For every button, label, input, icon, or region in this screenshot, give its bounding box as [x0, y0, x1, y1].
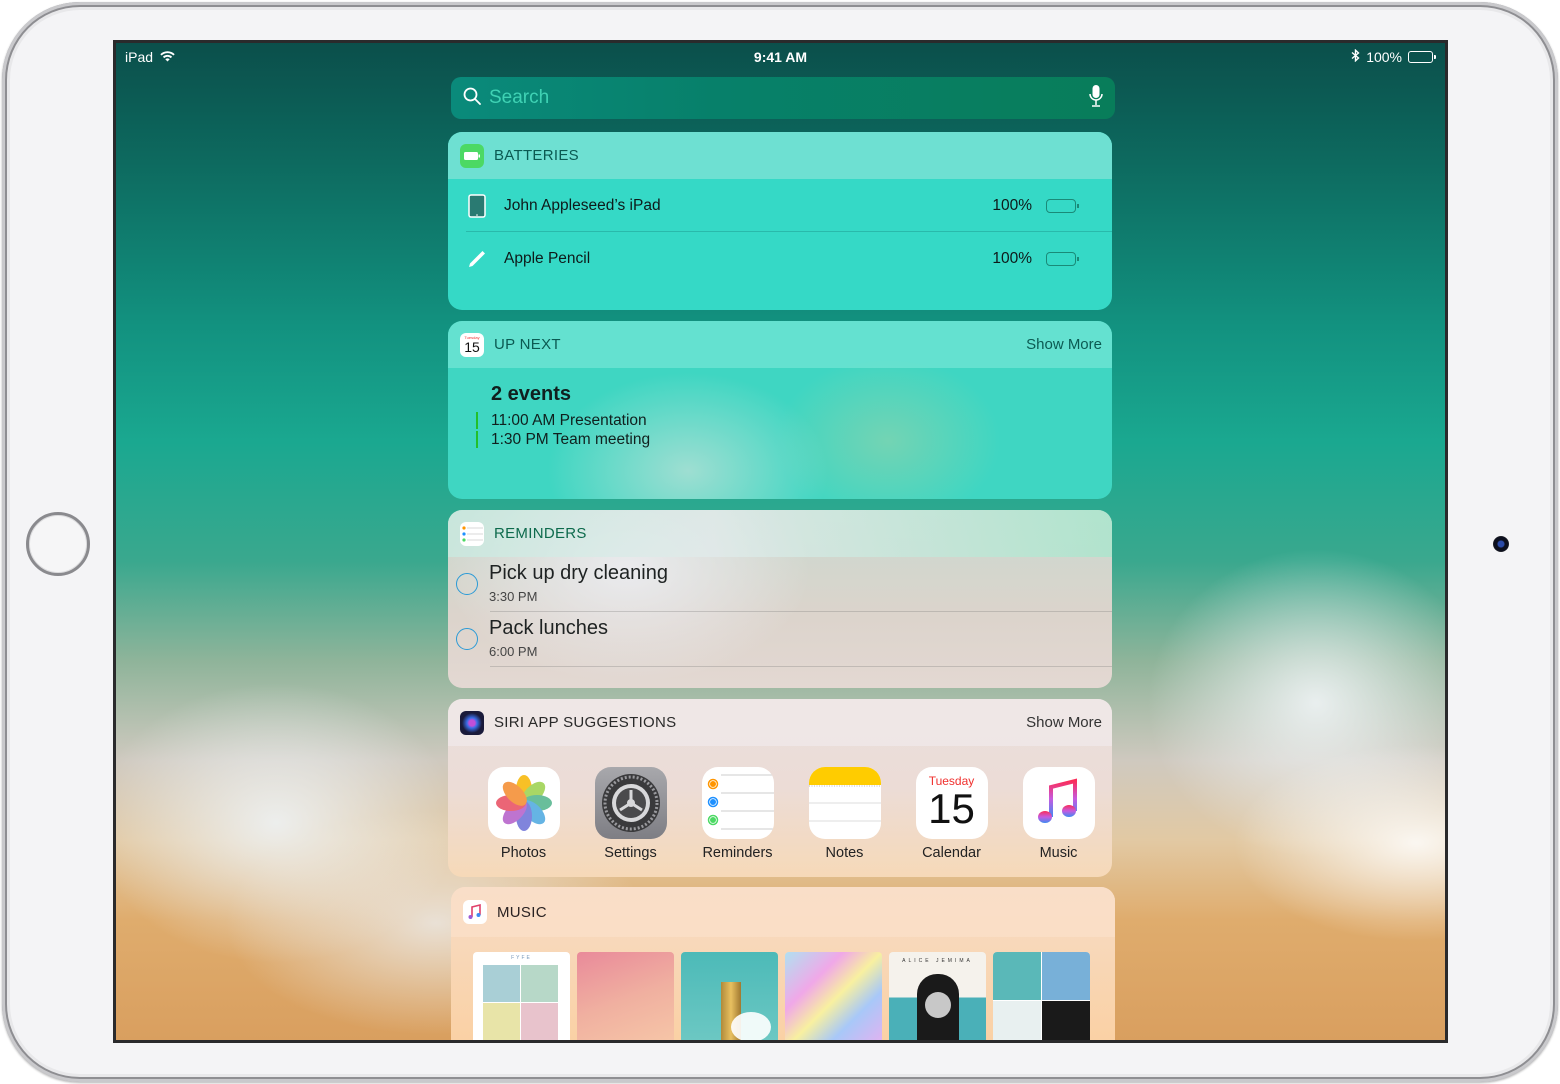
- home-button[interactable]: [26, 512, 90, 576]
- event-item[interactable]: 11:00 AM Presentation: [476, 411, 1112, 430]
- battery-level-icon: [1046, 251, 1079, 266]
- music-widget[interactable]: MUSIC FYFE ALICE JEMIMA: [451, 887, 1115, 1040]
- widget-header: Tuesday 15 UP NEXT Show More: [448, 321, 1112, 368]
- app-label: Settings: [604, 845, 657, 861]
- app-label: Calendar: [922, 845, 981, 861]
- calendar-icon: Tuesday 15: [915, 767, 988, 839]
- album-cover[interactable]: [681, 952, 778, 1040]
- app-suggestion-notes[interactable]: Notes: [791, 767, 898, 861]
- up-next-widget[interactable]: Tuesday 15 UP NEXT Show More 2 events 11…: [448, 321, 1112, 499]
- album-cover[interactable]: ALICE JEMIMA: [889, 952, 986, 1040]
- search-icon: [463, 87, 481, 110]
- reminders-icon: [701, 767, 774, 839]
- widget-header: MUSIC: [451, 887, 1115, 937]
- calendar-day: 15: [928, 785, 975, 832]
- screen: iPad 9:41 AM 100% Search BATTERIES John …: [113, 40, 1448, 1043]
- bluetooth-icon: [1351, 48, 1360, 65]
- reminder-time: 6:00 PM: [489, 644, 538, 659]
- music-icon: [1022, 767, 1095, 839]
- widget-title: UP NEXT: [494, 336, 561, 353]
- siri-suggestions-widget[interactable]: SIRI APP SUGGESTIONS Show More Photos Se…: [448, 699, 1112, 877]
- reminder-item[interactable]: Pack lunches 6:00 PM: [448, 612, 1112, 667]
- reminder-time: 3:30 PM: [489, 589, 538, 604]
- device-name: Apple Pencil: [504, 249, 591, 267]
- battery-level-icon: [1046, 198, 1079, 213]
- status-bar: iPad 9:41 AM 100%: [116, 43, 1445, 71]
- album-cover[interactable]: [785, 952, 882, 1040]
- siri-icon: [460, 710, 484, 735]
- event-item[interactable]: 1:30 PM Team meeting: [476, 430, 1112, 449]
- reminder-checkbox[interactable]: [456, 628, 478, 650]
- front-camera: [1493, 536, 1509, 552]
- app-label: Photos: [500, 845, 547, 861]
- reminder-title: Pack lunches: [489, 617, 608, 639]
- clock: 9:41 AM: [753, 49, 808, 65]
- search-bar[interactable]: [451, 77, 1115, 119]
- album-cover[interactable]: [993, 952, 1090, 1040]
- reminders-app-icon: [460, 521, 484, 546]
- device-name: John Appleseed’s iPad: [504, 196, 661, 214]
- widget-header: SIRI APP SUGGESTIONS Show More: [448, 699, 1112, 746]
- widget-title: REMINDERS: [494, 525, 587, 542]
- reminders-widget[interactable]: REMINDERS Pick up dry cleaning 3:30 PM P…: [448, 510, 1112, 688]
- settings-icon: [594, 767, 667, 839]
- battery-icon: [1408, 51, 1436, 63]
- widget-title: BATTERIES: [494, 147, 579, 164]
- widget-title: SIRI APP SUGGESTIONS: [494, 714, 677, 731]
- event-count: 2 events: [491, 383, 572, 405]
- app-suggestion-music[interactable]: Music: [1005, 767, 1112, 861]
- reminder-checkbox[interactable]: [456, 573, 478, 595]
- batteries-widget[interactable]: BATTERIES John Appleseed’s iPad 100% App…: [448, 132, 1112, 310]
- notes-icon: [808, 767, 881, 839]
- show-more-button[interactable]: Show More: [1026, 336, 1102, 353]
- show-more-button[interactable]: Show More: [1026, 714, 1102, 731]
- music-app-icon: [463, 900, 487, 924]
- app-suggestion-reminders[interactable]: Reminders: [684, 767, 791, 861]
- widget-header: BATTERIES: [448, 132, 1112, 179]
- batteries-app-icon: [460, 143, 484, 168]
- pencil-icon: [466, 249, 488, 269]
- calendar-day: 15: [464, 339, 480, 355]
- album-cover[interactable]: [577, 952, 674, 1040]
- battery-row: John Appleseed’s iPad 100%: [448, 179, 1112, 232]
- microphone-icon[interactable]: [1089, 84, 1103, 113]
- app-suggestion-photos[interactable]: Photos: [470, 767, 577, 861]
- album-caption: ALICE JEMIMA: [902, 958, 973, 964]
- ipad-icon: [466, 193, 488, 218]
- reminder-title: Pick up dry cleaning: [489, 562, 668, 584]
- widget-header: REMINDERS: [448, 510, 1112, 557]
- battery-row: Apple Pencil 100%: [448, 232, 1112, 285]
- device-battery-percent: 100%: [992, 249, 1032, 267]
- app-suggestion-settings[interactable]: Settings: [577, 767, 684, 861]
- app-label: Music: [1039, 845, 1078, 861]
- reminder-item[interactable]: Pick up dry cleaning 3:30 PM: [448, 557, 1112, 612]
- widget-title: MUSIC: [497, 903, 547, 921]
- photos-icon: [487, 767, 560, 839]
- app-label: Reminders: [702, 845, 773, 861]
- search-input[interactable]: [489, 87, 1089, 109]
- battery-percent: 100%: [1366, 49, 1402, 65]
- device-battery-percent: 100%: [992, 196, 1032, 214]
- app-suggestion-calendar[interactable]: Tuesday 15 Calendar: [898, 767, 1005, 861]
- album-caption: FYFE: [511, 955, 532, 961]
- calendar-app-icon: Tuesday 15: [460, 332, 484, 357]
- app-label: Notes: [825, 845, 864, 861]
- album-cover[interactable]: FYFE: [473, 952, 570, 1040]
